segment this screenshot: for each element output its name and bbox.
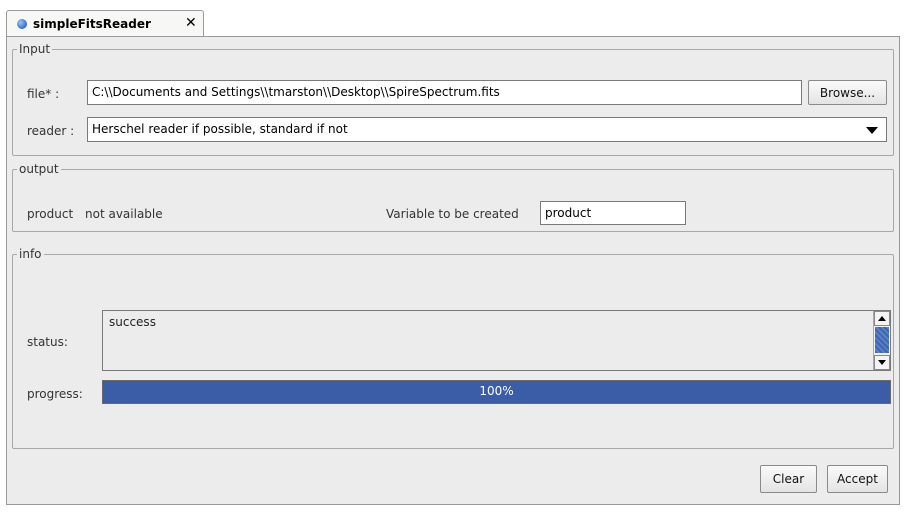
status-text: success <box>109 315 156 329</box>
output-legend: output <box>19 162 59 176</box>
arrow-down-icon[interactable] <box>874 355 890 370</box>
arrow-up-icon[interactable] <box>874 311 890 326</box>
progress-bar: 100% <box>102 380 891 404</box>
variable-label: Variable to be created <box>386 207 519 221</box>
browse-button[interactable]: Browse... <box>808 80 887 105</box>
chevron-down-icon[interactable] <box>866 127 878 134</box>
clear-button[interactable]: Clear <box>760 465 817 493</box>
close-icon[interactable]: ✕ <box>185 15 197 31</box>
status-label: status: <box>27 335 68 349</box>
reader-select[interactable]: Herschel reader if possible, standard if… <box>87 117 887 142</box>
info-legend: info <box>19 247 42 261</box>
tab-simple-fits-reader[interactable]: simpleFitsReader ✕ <box>6 10 204 37</box>
status-text-area[interactable]: success <box>102 310 891 371</box>
progress-text: 100% <box>479 384 514 398</box>
status-scrollbar[interactable] <box>873 311 890 370</box>
reader-label: reader : <box>27 124 75 138</box>
input-legend: Input <box>19 42 51 56</box>
accept-button[interactable]: Accept <box>827 465 888 493</box>
output-group: output <box>12 162 894 232</box>
file-label: file* : <box>27 87 60 101</box>
product-label: product <box>27 207 74 221</box>
file-path-field[interactable]: C:\\Documents and Settings\\tmarston\\De… <box>87 80 802 105</box>
blue-dot-icon <box>17 19 27 29</box>
main-panel: Input file* : C:\\Documents and Settings… <box>6 36 900 505</box>
progress-label: progress: <box>27 387 83 401</box>
reader-select-value: Herschel reader if possible, standard if… <box>92 122 348 136</box>
tab-title: simpleFitsReader <box>33 17 151 31</box>
scroll-thumb[interactable] <box>875 327 889 353</box>
product-status: not available <box>85 207 163 221</box>
variable-name-input[interactable]: product <box>540 201 686 225</box>
